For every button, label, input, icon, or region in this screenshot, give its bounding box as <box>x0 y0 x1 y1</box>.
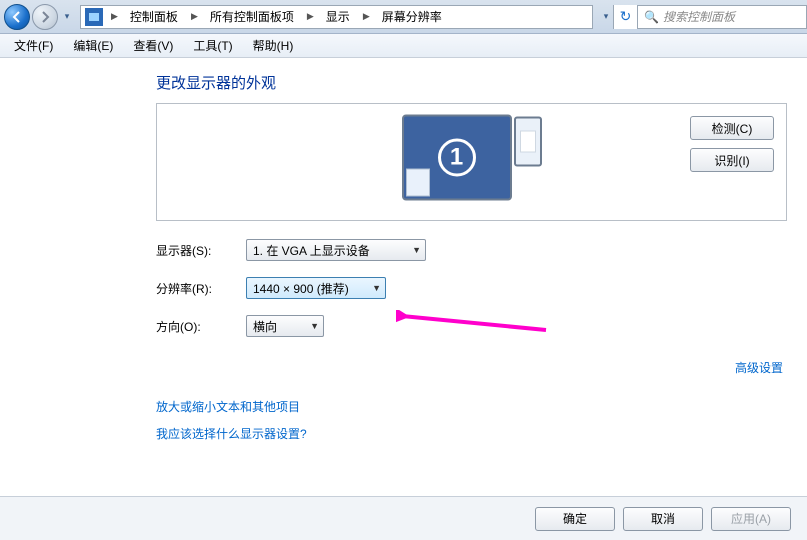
cancel-button[interactable]: 取消 <box>623 507 703 531</box>
resolution-select[interactable]: 1440 × 900 (推荐) ▼ <box>246 277 386 299</box>
monitor-1[interactable]: 1 <box>402 115 512 201</box>
refresh-button[interactable]: ↻ <box>613 5 637 29</box>
detect-button[interactable]: 检测(C) <box>690 116 774 140</box>
chevron-right-icon: ▶ <box>187 11 202 22</box>
forward-button[interactable] <box>32 4 58 30</box>
breadcrumb[interactable]: ▶ 控制面板 ▶ 所有控制面板项 ▶ 显示 ▶ 屏幕分辨率 <box>80 5 593 29</box>
breadcrumb-seg-2[interactable]: 所有控制面板项 <box>202 6 303 28</box>
display-label: 显示器(S): <box>156 242 246 259</box>
breadcrumb-seg-3[interactable]: 显示 <box>318 6 359 28</box>
breadcrumb-seg-1[interactable]: 控制面板 <box>122 6 187 28</box>
menu-view[interactable]: 查看(V) <box>123 35 183 56</box>
display-select[interactable]: 1. 在 VGA 上显示设备 ▼ <box>246 239 426 261</box>
chevron-down-icon: ▼ <box>310 321 319 331</box>
chevron-right-icon: ▶ <box>107 11 122 22</box>
apply-button[interactable]: 应用(A) <box>711 507 791 531</box>
back-button[interactable] <box>4 4 30 30</box>
monitor-number: 1 <box>438 139 476 177</box>
orientation-value: 横向 <box>253 318 277 335</box>
monitor-window-icon <box>406 169 430 197</box>
chevron-right-icon: ▶ <box>359 11 374 22</box>
dialog-footer: 确定 取消 应用(A) <box>0 496 807 540</box>
chevron-down-icon: ▼ <box>372 283 381 293</box>
control-panel-icon <box>85 8 103 26</box>
search-input[interactable]: 🔍 搜索控制面板 <box>637 5 807 29</box>
help-link-display-settings[interactable]: 我应该选择什么显示器设置? <box>156 427 307 441</box>
ok-button[interactable]: 确定 <box>535 507 615 531</box>
resolution-label: 分辨率(R): <box>156 280 246 297</box>
menu-help[interactable]: 帮助(H) <box>243 35 304 56</box>
search-placeholder: 搜索控制面板 <box>663 8 735 25</box>
display-preview: 1 检测(C) 识别(I) <box>156 103 787 221</box>
orientation-select[interactable]: 横向 ▼ <box>246 315 324 337</box>
orientation-label: 方向(O): <box>156 318 246 335</box>
page-title: 更改显示器的外观 <box>156 72 787 93</box>
menu-edit[interactable]: 编辑(E) <box>63 35 123 56</box>
advanced-settings-link[interactable]: 高级设置 <box>735 361 783 375</box>
breadcrumb-dropdown[interactable]: ▾ <box>599 5 613 29</box>
search-icon: 🔍 <box>644 10 659 24</box>
identify-button[interactable]: 识别(I) <box>690 148 774 172</box>
chevron-down-icon: ▼ <box>412 245 421 255</box>
resolution-value: 1440 × 900 (推荐) <box>253 280 349 297</box>
monitor-secondary-icon <box>514 117 542 167</box>
history-dropdown[interactable]: ▾ <box>60 5 74 29</box>
menu-tools[interactable]: 工具(T) <box>183 35 242 56</box>
breadcrumb-seg-4[interactable]: 屏幕分辨率 <box>374 6 451 28</box>
menu-file[interactable]: 文件(F) <box>4 35 63 56</box>
display-value: 1. 在 VGA 上显示设备 <box>253 242 370 259</box>
help-link-text-size[interactable]: 放大或缩小文本和其他项目 <box>156 400 300 414</box>
chevron-right-icon: ▶ <box>303 11 318 22</box>
